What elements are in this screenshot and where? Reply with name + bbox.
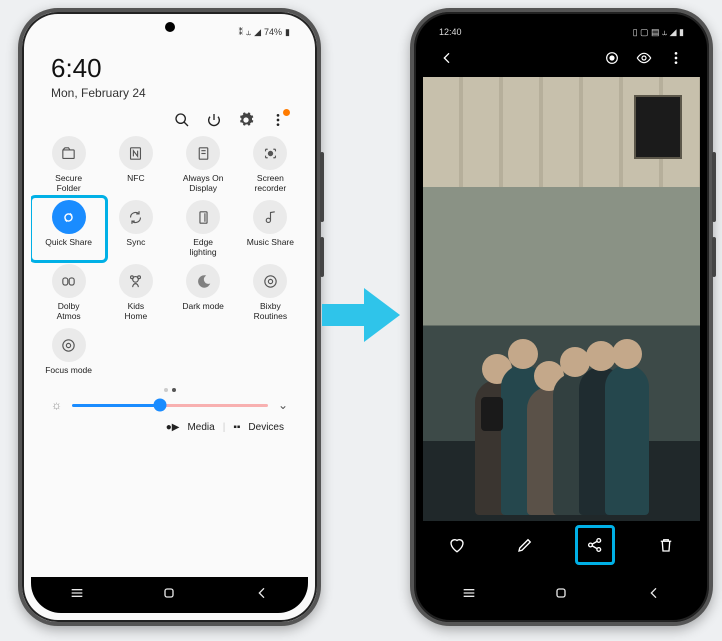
tile-label: Dark mode — [182, 302, 224, 322]
quick-tile-rec[interactable]: Screenrecorder — [237, 136, 304, 194]
focus-icon[interactable] — [52, 328, 86, 362]
date: Mon, February 24 — [51, 86, 288, 100]
devices-button[interactable]: Devices — [248, 422, 284, 433]
sync-icon[interactable] — [119, 200, 153, 234]
bixby-vision-icon[interactable] — [604, 50, 620, 71]
arrow-right-icon — [320, 284, 402, 351]
battery-pct: 74% — [264, 27, 282, 37]
quick-tile-share[interactable]: Quick Share — [31, 195, 108, 263]
back-button[interactable] — [254, 585, 270, 606]
power-icon[interactable] — [206, 112, 222, 128]
phone-quick-settings: ⁑ ⥿ ◢ 74% ▮ 6:40 Mon, February 24 Secure… — [18, 8, 321, 626]
tile-label: SecureFolder — [55, 174, 82, 194]
media-button[interactable]: Media — [187, 422, 214, 433]
navigation-bar — [31, 577, 308, 613]
quick-tile-dark[interactable]: Dark mode — [170, 264, 237, 322]
phone-gallery-viewer: 12:40 ▯ ▢ ▤ ⥿ ◢ ▮ — [410, 8, 713, 626]
quick-tile-sync[interactable]: Sync — [102, 200, 169, 258]
more-icon[interactable] — [668, 50, 684, 71]
favorite-icon[interactable] — [440, 528, 474, 562]
status-icons: ▯ ▢ ▤ ⥿ ◢ ▮ — [633, 27, 684, 38]
tile-label: Focus mode — [45, 366, 92, 386]
edit-icon[interactable] — [508, 528, 542, 562]
devices-grid-icon: ▪▪ — [233, 422, 240, 433]
quick-tile-aod[interactable]: Always OnDisplay — [170, 136, 237, 194]
media-devices-row: ●▶ Media | ▪▪ Devices — [31, 418, 308, 441]
page-dot — [164, 388, 168, 392]
gallery-topbar — [423, 43, 700, 77]
tile-label: BixbyRoutines — [254, 302, 288, 322]
navigation-bar — [423, 577, 700, 613]
tile-label: Quick Share — [45, 238, 92, 258]
photo-phone-in-hand — [481, 397, 503, 431]
home-button[interactable] — [161, 585, 177, 606]
quick-tile-edge[interactable]: Edgelighting — [170, 200, 237, 258]
photo-window — [634, 95, 682, 159]
tile-label: Music Share — [247, 238, 294, 258]
bixby-icon[interactable] — [253, 264, 287, 298]
volume-button[interactable] — [320, 152, 324, 222]
recents-button[interactable] — [69, 585, 85, 606]
brightness-row: ☼ ⌄ — [31, 392, 308, 418]
tile-label: Always OnDisplay — [183, 174, 224, 194]
tile-label: KidsHome — [125, 302, 148, 322]
photo-people — [484, 365, 640, 515]
back-icon[interactable] — [439, 50, 455, 71]
volume-button[interactable] — [712, 152, 716, 222]
kids-icon[interactable] — [119, 264, 153, 298]
signal-icon: ◢ — [254, 27, 261, 38]
music-icon[interactable] — [253, 200, 287, 234]
quick-tile-nfc[interactable]: NFC — [102, 136, 169, 194]
battery-icon: ▮ — [285, 27, 290, 38]
home-button[interactable] — [553, 585, 569, 606]
quick-tile-dolby[interactable]: DolbyAtmos — [35, 264, 102, 322]
expand-icon[interactable]: ⌄ — [278, 398, 288, 412]
slider-thumb[interactable] — [154, 399, 167, 412]
gear-icon[interactable] — [238, 112, 254, 128]
share-icon[interactable] — [52, 200, 86, 234]
search-icon[interactable] — [174, 112, 190, 128]
delete-icon[interactable] — [649, 528, 683, 562]
back-button[interactable] — [646, 585, 662, 606]
recents-button[interactable] — [461, 585, 477, 606]
folder-icon[interactable] — [52, 136, 86, 170]
status-bar: 12:40 ▯ ▢ ▤ ⥿ ◢ ▮ — [423, 21, 700, 43]
rec-icon[interactable] — [253, 136, 287, 170]
dolby-icon[interactable] — [52, 264, 86, 298]
quick-tile-music[interactable]: Music Share — [237, 200, 304, 258]
clock: 6:40 — [51, 53, 288, 84]
quick-tile-folder[interactable]: SecureFolder — [35, 136, 102, 194]
separator: | — [223, 422, 226, 433]
quick-settings-grid: SecureFolder NFC Always OnDisplay Screenrec… — [31, 130, 308, 386]
status-bar: ⁑ ⥿ ◢ 74% ▮ — [31, 21, 308, 43]
status-time: 12:40 — [439, 27, 462, 37]
quick-tile-bixby[interactable]: BixbyRoutines — [237, 264, 304, 322]
nfc-icon[interactable] — [119, 136, 153, 170]
tile-label: Screenrecorder — [255, 174, 287, 194]
control-row — [31, 108, 308, 130]
bluetooth-icon: ⁑ — [239, 27, 244, 38]
page-dot-active — [172, 388, 176, 392]
visibility-icon[interactable] — [636, 50, 652, 71]
dark-icon[interactable] — [186, 264, 220, 298]
quick-tile-focus[interactable]: Focus mode — [35, 328, 102, 386]
media-play-icon: ●▶ — [166, 422, 180, 433]
tile-label: DolbyAtmos — [57, 302, 81, 322]
aod-icon[interactable] — [186, 136, 220, 170]
more-icon[interactable] — [270, 112, 286, 128]
edge-icon[interactable] — [186, 200, 220, 234]
tile-label: Edgelighting — [190, 238, 217, 258]
tile-label: Sync — [126, 238, 145, 258]
share-icon[interactable] — [575, 525, 615, 565]
tile-label: NFC — [127, 174, 144, 194]
gallery-bottombar — [423, 521, 700, 569]
photo-view[interactable] — [423, 77, 700, 521]
brightness-slider[interactable] — [72, 404, 268, 407]
wifi-icon: ⥿ — [246, 27, 251, 38]
brightness-icon: ☼ — [51, 398, 62, 412]
power-button[interactable] — [712, 237, 716, 277]
quick-tile-kids[interactable]: KidsHome — [102, 264, 169, 322]
power-button[interactable] — [320, 237, 324, 277]
